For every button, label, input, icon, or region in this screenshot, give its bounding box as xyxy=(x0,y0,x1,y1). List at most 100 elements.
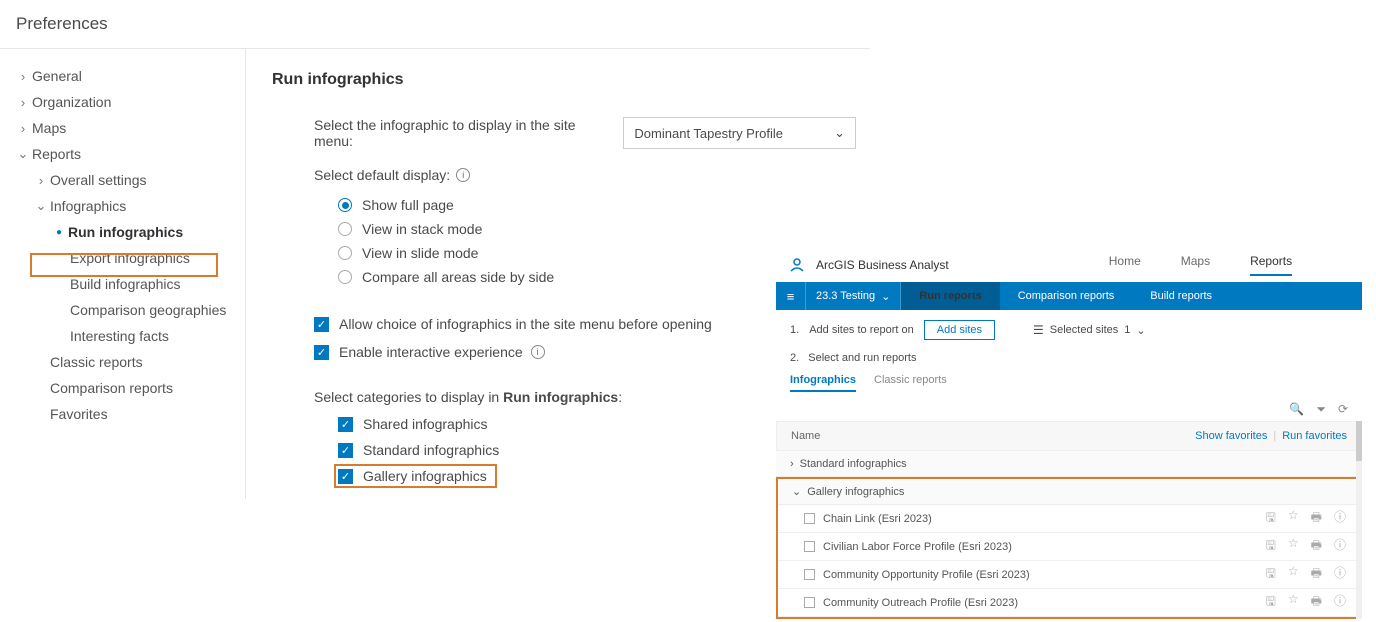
print-icon[interactable]: 🖶 xyxy=(1311,508,1322,529)
nav-infographics[interactable]: ⌄Infographics xyxy=(14,193,237,219)
star-icon[interactable]: ☆ xyxy=(1288,564,1299,585)
item-checkbox[interactable] xyxy=(804,569,815,580)
item-checkbox[interactable] xyxy=(804,513,815,524)
nav-export-infographics[interactable]: Export infographics xyxy=(14,245,237,271)
list-item[interactable]: Community Outreach Profile (Esri 2023) 🖫… xyxy=(778,589,1360,617)
tab-reports[interactable]: Reports xyxy=(1250,254,1292,276)
select-value: Dominant Tapestry Profile xyxy=(634,126,783,141)
save-icon[interactable]: 🖫 xyxy=(1266,564,1276,585)
ribbon-comparison-reports[interactable]: Comparison reports xyxy=(1000,282,1133,310)
step-1: 1. Add sites to report on Add sites ☰ Se… xyxy=(776,310,1362,350)
save-icon[interactable]: 🖫 xyxy=(1266,592,1276,613)
star-icon[interactable]: ☆ xyxy=(1288,592,1299,613)
settings-panel: Run infographics Select the infographic … xyxy=(246,49,856,499)
infographic-select[interactable]: Dominant Tapestry Profile ⌄ xyxy=(623,117,856,149)
nav-label: Build infographics xyxy=(70,276,181,292)
project-dropdown[interactable]: 23.3 Testing ⌄ xyxy=(806,282,901,310)
checkbox-icon: ✓ xyxy=(314,317,329,332)
checkbox-label: Gallery infographics xyxy=(363,468,487,484)
checkbox-enable-interactive[interactable]: ✓ Enable interactive experience i xyxy=(314,339,856,365)
highlight-box: ⌄ Gallery infographics Chain Link (Esri … xyxy=(776,477,1362,619)
column-name: Name xyxy=(791,430,820,442)
nav-general[interactable]: ›General xyxy=(14,63,237,89)
default-display-label: Select default display: i xyxy=(314,167,856,183)
step-2: 2. Select and run reports xyxy=(776,350,1362,374)
reports-list: Name Show favorites | Run favorites › St… xyxy=(776,421,1362,619)
info-icon[interactable]: i xyxy=(531,345,545,359)
row-actions: 🖫 ☆ 🖶 ⓘ xyxy=(1266,592,1346,613)
nav-label: Comparison geographies xyxy=(70,302,226,318)
selected-sites-dropdown[interactable]: ☰ Selected sites 1 ⌄ xyxy=(1033,323,1146,337)
nav-maps[interactable]: ›Maps xyxy=(14,115,237,141)
reports-ribbon: ≡ 23.3 Testing ⌄ Run reports Comparison … xyxy=(776,282,1362,310)
nav-label: Maps xyxy=(32,120,66,136)
chevron-down-icon: ⌄ xyxy=(14,146,32,162)
checkbox-label: Shared infographics xyxy=(363,416,488,432)
nav-overall-settings[interactable]: ›Overall settings xyxy=(14,167,237,193)
chevron-right-icon: › xyxy=(14,69,32,84)
print-icon[interactable]: 🖶 xyxy=(1311,592,1322,613)
print-icon[interactable]: 🖶 xyxy=(1311,564,1322,585)
info-icon[interactable]: i xyxy=(456,168,470,182)
ribbon-run-reports[interactable]: Run reports xyxy=(901,282,999,310)
nav-label: General xyxy=(32,68,82,84)
nav-run-infographics[interactable]: ●Run infographics xyxy=(14,219,237,245)
page-title: Preferences xyxy=(0,0,1376,48)
ribbon-build-reports[interactable]: Build reports xyxy=(1132,282,1230,310)
nav-classic-reports[interactable]: Classic reports xyxy=(14,349,237,375)
checkbox-label: Standard infographics xyxy=(363,442,499,458)
radio-view-stack[interactable]: View in stack mode xyxy=(338,217,856,241)
item-checkbox[interactable] xyxy=(804,541,815,552)
list-item[interactable]: Civilian Labor Force Profile (Esri 2023)… xyxy=(778,533,1360,561)
run-favorites-link[interactable]: Run favorites xyxy=(1282,430,1347,442)
save-icon[interactable]: 🖫 xyxy=(1266,508,1276,529)
menu-icon[interactable]: ≡ xyxy=(776,282,806,310)
ba-logo-icon xyxy=(786,254,808,276)
nav-favorites[interactable]: Favorites xyxy=(14,401,237,427)
subtab-infographics[interactable]: Infographics xyxy=(790,374,856,392)
checkbox-allow-choice[interactable]: ✓ Allow choice of infographics in the si… xyxy=(314,311,856,337)
filter-icon[interactable]: ⏷ xyxy=(1316,402,1326,417)
group-gallery-infographics[interactable]: ⌄ Gallery infographics xyxy=(778,479,1360,505)
info-icon[interactable]: ⓘ xyxy=(1334,536,1346,557)
info-icon[interactable]: ⓘ xyxy=(1334,592,1346,613)
save-icon[interactable]: 🖫 xyxy=(1266,536,1276,557)
info-icon[interactable]: ⓘ xyxy=(1334,508,1346,529)
show-favorites-link[interactable]: Show favorites xyxy=(1195,430,1267,442)
list-item[interactable]: Community Opportunity Profile (Esri 2023… xyxy=(778,561,1360,589)
panel-heading: Run infographics xyxy=(272,71,856,89)
search-icon[interactable]: 🔍 xyxy=(1289,402,1304,417)
highlight-box: ✓Gallery infographics xyxy=(334,464,497,488)
group-label: Gallery infographics xyxy=(807,486,904,498)
checkbox-icon: ✓ xyxy=(338,417,353,432)
radio-show-full-page[interactable]: Show full page xyxy=(338,193,856,217)
nav-label: Reports xyxy=(32,146,81,162)
subtab-classic-reports[interactable]: Classic reports xyxy=(874,374,947,392)
scrollbar-thumb[interactable] xyxy=(1356,421,1362,461)
print-icon[interactable]: 🖶 xyxy=(1311,536,1322,557)
scrollbar[interactable] xyxy=(1356,421,1362,619)
star-icon[interactable]: ☆ xyxy=(1288,536,1299,557)
report-subtabs: Infographics Classic reports xyxy=(776,374,1362,398)
radio-label: Compare all areas side by side xyxy=(362,269,554,285)
list-item[interactable]: Chain Link (Esri 2023) 🖫☆🖶ⓘ xyxy=(778,505,1360,533)
tab-maps[interactable]: Maps xyxy=(1181,254,1210,276)
tab-home[interactable]: Home xyxy=(1109,254,1141,276)
add-sites-button[interactable]: Add sites xyxy=(924,320,995,340)
info-icon[interactable]: ⓘ xyxy=(1334,564,1346,585)
radio-label: View in slide mode xyxy=(362,245,478,261)
app-header: ArcGIS Business Analyst Home Maps Report… xyxy=(776,248,1362,282)
nav-interesting-facts[interactable]: Interesting facts xyxy=(14,323,237,349)
star-icon[interactable]: ☆ xyxy=(1288,508,1299,529)
nav-organization[interactable]: ›Organization xyxy=(14,89,237,115)
chevron-down-icon: ⌄ xyxy=(881,290,890,303)
item-checkbox[interactable] xyxy=(804,597,815,608)
list-icon: ☰ xyxy=(1033,323,1044,337)
separator: | xyxy=(1273,430,1276,442)
refresh-icon[interactable]: ⟳ xyxy=(1338,402,1348,417)
group-standard-infographics[interactable]: › Standard infographics xyxy=(776,451,1362,477)
nav-comparison-geographies[interactable]: Comparison geographies xyxy=(14,297,237,323)
nav-comparison-reports[interactable]: Comparison reports xyxy=(14,375,237,401)
nav-build-infographics[interactable]: Build infographics xyxy=(14,271,237,297)
nav-reports[interactable]: ⌄Reports xyxy=(14,141,237,167)
